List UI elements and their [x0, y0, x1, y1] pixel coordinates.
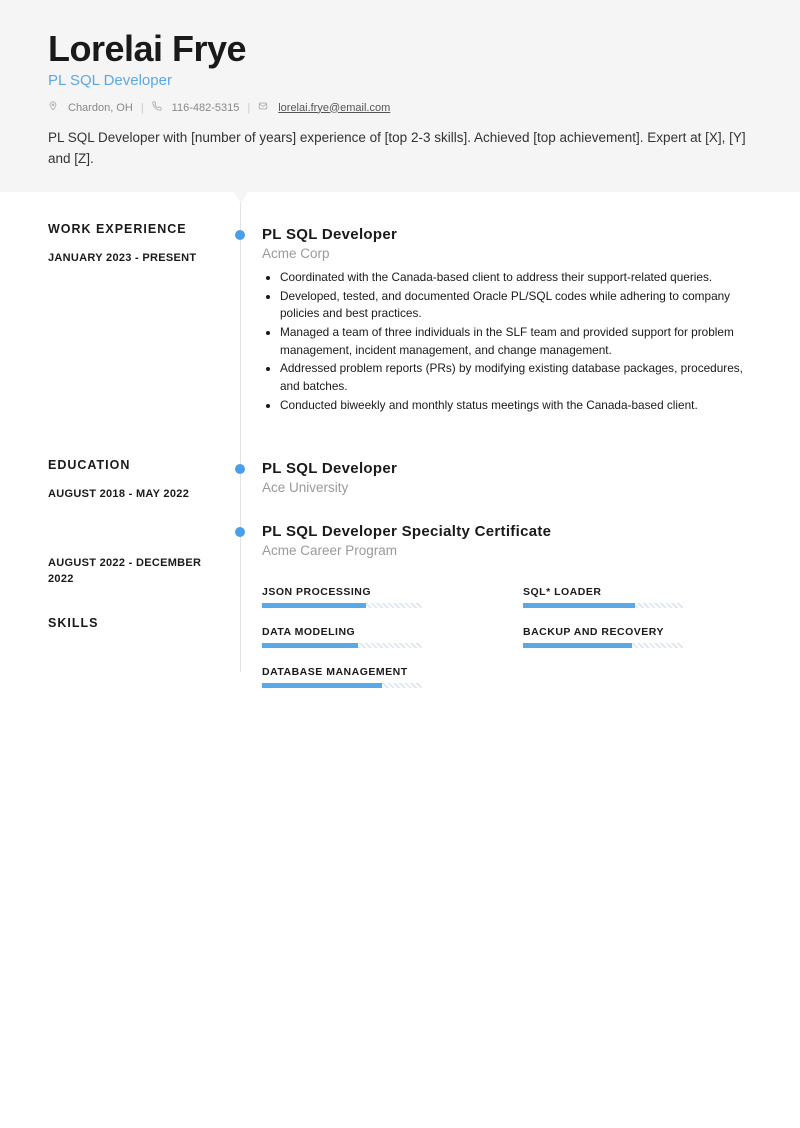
location-icon: [48, 101, 60, 114]
work-entry: PL SQL Developer Acme Corp Coordinated w…: [262, 226, 752, 415]
skill-name: DATABASE MANAGEMENT: [262, 666, 491, 678]
skill-fill: [262, 603, 366, 608]
phone-text: 116-482-5315: [172, 102, 240, 114]
skill-fill: [262, 643, 358, 648]
skill-name: SQL* LOADER: [523, 586, 752, 598]
entry-title: PL SQL Developer: [262, 226, 752, 243]
separator: |: [247, 102, 250, 114]
education-entry: PL SQL Developer Specialty Certificate A…: [262, 523, 752, 558]
phone-icon: [152, 101, 164, 114]
email-link[interactable]: lorelai.frye@email.com: [278, 102, 390, 114]
contact-row: Chardon, OH | 116-482-5315 | lorelai.fry…: [48, 101, 752, 114]
date-range: JANUARY 2023 - PRESENT: [48, 250, 222, 267]
entry-title: PL SQL Developer Specialty Certificate: [262, 523, 752, 540]
skill-bar: [262, 683, 422, 688]
section-education-label: EDUCATION: [48, 458, 222, 472]
skill-fill: [523, 603, 635, 608]
left-column: WORK EXPERIENCE JANUARY 2023 - PRESENT E…: [0, 192, 240, 689]
bullet-list: Coordinated with the Canada-based client…: [262, 269, 752, 415]
date-range: AUGUST 2022 - DECEMBER 2022: [48, 555, 222, 588]
resume-body: WORK EXPERIENCE JANUARY 2023 - PRESENT E…: [0, 192, 800, 689]
resume-header: Lorelai Frye PL SQL Developer Chardon, O…: [0, 0, 800, 192]
date-range: AUGUST 2018 - MAY 2022: [48, 486, 222, 503]
entry-org: Acme Corp: [262, 246, 752, 261]
entry-org: Ace University: [262, 480, 752, 495]
bullet-item: Managed a team of three individuals in t…: [280, 324, 752, 359]
summary-text: PL SQL Developer with [number of years] …: [48, 128, 752, 170]
bullet-item: Developed, tested, and documented Oracle…: [280, 288, 752, 323]
skill-bar: [262, 643, 422, 648]
skill-bar: [523, 643, 683, 648]
skills-grid: JSON PROCESSING SQL* LOADER DATA MODELIN…: [262, 586, 752, 688]
separator: |: [141, 102, 144, 114]
education-entry: PL SQL Developer Ace University: [262, 460, 752, 495]
skill-bar: [523, 603, 683, 608]
job-title: PL SQL Developer: [48, 72, 752, 89]
skill-name: BACKUP AND RECOVERY: [523, 626, 752, 638]
skill-item: JSON PROCESSING: [262, 586, 491, 608]
right-column: PL SQL Developer Acme Corp Coordinated w…: [240, 192, 800, 689]
bullet-item: Conducted biweekly and monthly status me…: [280, 397, 752, 415]
skill-item: SQL* LOADER: [523, 586, 752, 608]
email-icon: [258, 101, 270, 114]
timeline-dot-icon: [235, 464, 245, 474]
skill-fill: [262, 683, 382, 688]
skill-fill: [523, 643, 632, 648]
skill-item: DATA MODELING: [262, 626, 491, 648]
skill-item: DATABASE MANAGEMENT: [262, 666, 491, 688]
location-text: Chardon, OH: [68, 102, 133, 114]
section-skills-label: SKILLS: [48, 616, 222, 630]
skill-item: BACKUP AND RECOVERY: [523, 626, 752, 648]
skill-name: JSON PROCESSING: [262, 586, 491, 598]
skill-name: DATA MODELING: [262, 626, 491, 638]
skill-bar: [262, 603, 422, 608]
bullet-item: Coordinated with the Canada-based client…: [280, 269, 752, 287]
timeline-dot-icon: [235, 527, 245, 537]
entry-org: Acme Career Program: [262, 543, 752, 558]
person-name: Lorelai Frye: [48, 28, 752, 70]
entry-title: PL SQL Developer: [262, 460, 752, 477]
timeline-dot-icon: [235, 230, 245, 240]
section-work-label: WORK EXPERIENCE: [48, 222, 222, 236]
bullet-item: Addressed problem reports (PRs) by modif…: [280, 360, 752, 395]
